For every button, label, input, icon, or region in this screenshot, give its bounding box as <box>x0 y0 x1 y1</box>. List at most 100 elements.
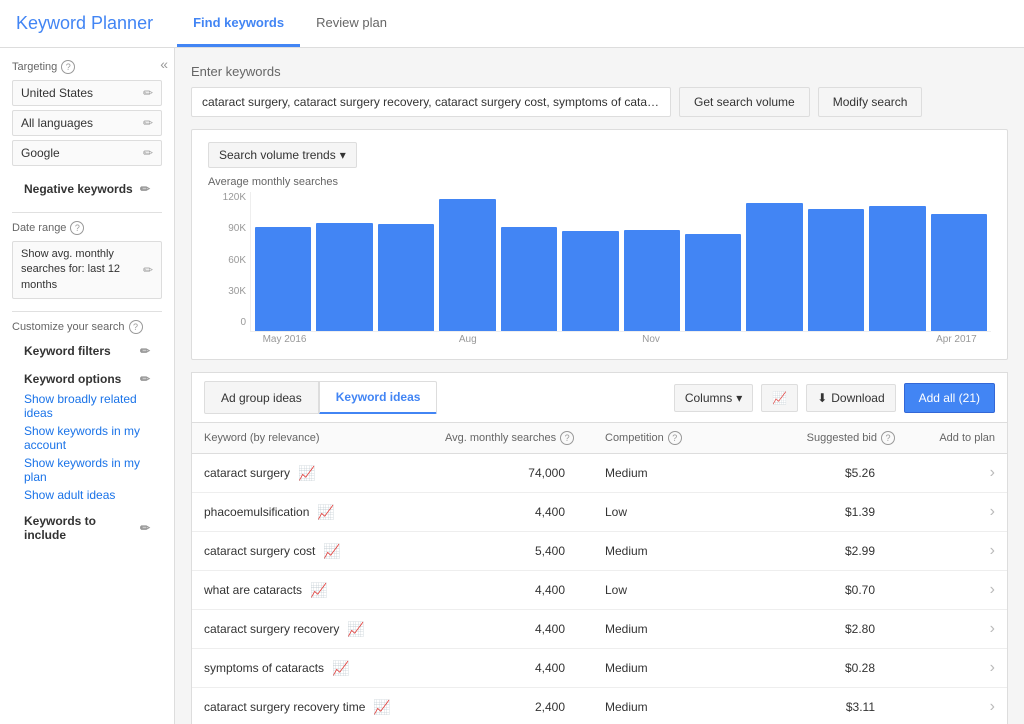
col-suggested-bid: Suggested bid ? <box>765 431 895 445</box>
keyword-input[interactable] <box>191 87 671 117</box>
edit-date-range-icon[interactable]: ✏ <box>143 262 153 279</box>
competition-cell-2: Medium <box>605 544 765 558</box>
bar-chart <box>250 192 991 332</box>
avg-monthly-help-icon[interactable]: ? <box>560 431 574 445</box>
targeting-language[interactable]: All languages ✏ <box>12 110 162 136</box>
mini-chart-icon-2[interactable]: 📈 <box>323 543 340 560</box>
sidebar-collapse-btn[interactable]: « <box>160 56 168 72</box>
bid-cell-1: $1.39 <box>765 505 895 519</box>
targeting-network[interactable]: Google ✏ <box>12 140 162 166</box>
main-nav: Find keywords Review plan <box>177 1 403 47</box>
customize-help-icon[interactable]: ? <box>129 320 143 334</box>
modify-search-button[interactable]: Modify search <box>818 87 923 117</box>
chevron-down-icon: ▾ <box>736 391 742 405</box>
x-label-empty4 <box>559 334 620 345</box>
col-add-to-plan: Add to plan <box>895 431 995 445</box>
sidebar-divider-2 <box>12 311 162 312</box>
mini-chart-icon-1[interactable]: 📈 <box>317 504 334 521</box>
tab-review-plan[interactable]: Review plan <box>300 1 403 47</box>
tab-find-keywords[interactable]: Find keywords <box>177 1 300 47</box>
bar-jan2017 <box>746 203 802 331</box>
keyword-cell-4: cataract surgery recovery 📈 <box>204 621 445 638</box>
chart-dropdown-btn[interactable]: Search volume trends ▾ <box>208 142 357 168</box>
suggested-bid-help-icon[interactable]: ? <box>881 431 895 445</box>
avg-monthly-cell-4: 4,400 <box>445 622 605 636</box>
bid-cell-5: $0.28 <box>765 661 895 675</box>
add-plan-cell-0[interactable]: › <box>895 464 995 482</box>
bid-cell-6: $3.11 <box>765 700 895 714</box>
table-row: cataract surgery 📈 74,000 Medium $5.26 › <box>192 454 1007 493</box>
competition-help-icon[interactable]: ? <box>668 431 682 445</box>
tab-ad-group-ideas[interactable]: Ad group ideas <box>204 381 319 414</box>
edit-negative-keywords-icon[interactable]: ✏ <box>140 182 150 196</box>
mini-chart-icon-0[interactable]: 📈 <box>298 465 315 482</box>
col-avg-monthly: Avg. monthly searches ? <box>445 431 605 445</box>
add-plan-cell-4[interactable]: › <box>895 620 995 638</box>
results-tabs-bar: Ad group ideas Keyword ideas Columns ▾ 📈… <box>191 372 1008 422</box>
date-range-help-icon[interactable]: ? <box>70 221 84 235</box>
results-tab-group: Ad group ideas Keyword ideas <box>204 381 437 414</box>
show-broadly-related[interactable]: Show broadly related ideas <box>12 390 162 422</box>
mini-chart-icon-5[interactable]: 📈 <box>332 660 349 677</box>
bar-aug2016 <box>439 199 495 331</box>
add-plan-cell-1[interactable]: › <box>895 503 995 521</box>
table-header: Keyword (by relevance) Avg. monthly sear… <box>192 423 1007 454</box>
mini-chart-icon-6[interactable]: 📈 <box>373 699 390 716</box>
add-plan-cell-2[interactable]: › <box>895 542 995 560</box>
show-adult-ideas[interactable]: Show adult ideas <box>12 486 162 504</box>
competition-cell-3: Low <box>605 583 765 597</box>
bar-dec2016 <box>685 234 741 331</box>
edit-country-icon[interactable]: ✏ <box>143 86 153 100</box>
bar-sep2016 <box>501 227 557 331</box>
avg-monthly-cell-2: 5,400 <box>445 544 605 558</box>
negative-keywords-title: Negative keywords ✏ <box>12 178 162 200</box>
edit-network-icon[interactable]: ✏ <box>143 146 153 160</box>
x-axis: May 2016 Aug Nov Apr 2017 <box>250 332 991 347</box>
x-label-empty2 <box>376 334 437 345</box>
edit-keyword-options-icon[interactable]: ✏ <box>140 372 150 386</box>
chart-container: Search volume trends ▾ Average monthly s… <box>191 129 1008 360</box>
chart-view-button[interactable]: 📈 <box>761 384 798 412</box>
mini-chart-icon-3[interactable]: 📈 <box>310 582 327 599</box>
x-label-apr2017: Apr 2017 <box>926 334 987 345</box>
targeting-help-icon[interactable]: ? <box>61 60 75 74</box>
tab-actions: Columns ▾ 📈 ⬇ Download Add all (21) <box>674 383 995 413</box>
edit-keyword-filters-icon[interactable]: ✏ <box>140 344 150 358</box>
avg-monthly-cell-1: 4,400 <box>445 505 605 519</box>
download-button[interactable]: ⬇ Download <box>806 384 895 412</box>
date-range-item[interactable]: Show avg. monthly searches for: last 12 … <box>12 241 162 299</box>
bar-nov2016 <box>624 230 680 331</box>
show-keywords-account[interactable]: Show keywords in my account <box>12 422 162 454</box>
download-icon: ⬇ <box>817 391 827 405</box>
add-plan-cell-3[interactable]: › <box>895 581 995 599</box>
y-tick-90k: 90K <box>208 223 246 234</box>
edit-language-icon[interactable]: ✏ <box>143 116 153 130</box>
keyword-cell-2: cataract surgery cost 📈 <box>204 543 445 560</box>
bar-mar2017 <box>869 206 925 331</box>
main-content: Enter keywords Get search volume Modify … <box>175 48 1024 724</box>
keywords-to-include-title: Keywords to include ✏ <box>12 510 162 546</box>
bar-may2016 <box>255 227 311 331</box>
show-keywords-plan[interactable]: Show keywords in my plan <box>12 454 162 486</box>
add-plan-cell-6[interactable]: › <box>895 698 995 716</box>
add-plan-cell-5[interactable]: › <box>895 659 995 677</box>
add-all-button[interactable]: Add all (21) <box>904 383 995 413</box>
edit-keywords-to-include-icon[interactable]: ✏ <box>140 521 150 535</box>
targeting-country[interactable]: United States ✏ <box>12 80 162 106</box>
sidebar-customize-section: Customize your search ? Keyword filters … <box>0 320 174 546</box>
table-row: phacoemulsification 📈 4,400 Low $1.39 › <box>192 493 1007 532</box>
competition-cell-5: Medium <box>605 661 765 675</box>
chart-header: Search volume trends ▾ <box>208 142 991 168</box>
mini-chart-icon-4[interactable]: 📈 <box>347 621 364 638</box>
get-search-volume-button[interactable]: Get search volume <box>679 87 810 117</box>
tab-keyword-ideas[interactable]: Keyword ideas <box>319 381 438 414</box>
avg-monthly-cell-6: 2,400 <box>445 700 605 714</box>
avg-monthly-cell-0: 74,000 <box>445 466 605 480</box>
x-label-empty5 <box>682 334 743 345</box>
sidebar: « Targeting ? United States ✏ All langua… <box>0 48 175 724</box>
x-label-empty1 <box>315 334 376 345</box>
x-label-nov: Nov <box>620 334 681 345</box>
competition-cell-0: Medium <box>605 466 765 480</box>
chart-area: 120K 90K 60K 30K 0 <box>208 192 991 332</box>
columns-button[interactable]: Columns ▾ <box>674 384 753 412</box>
